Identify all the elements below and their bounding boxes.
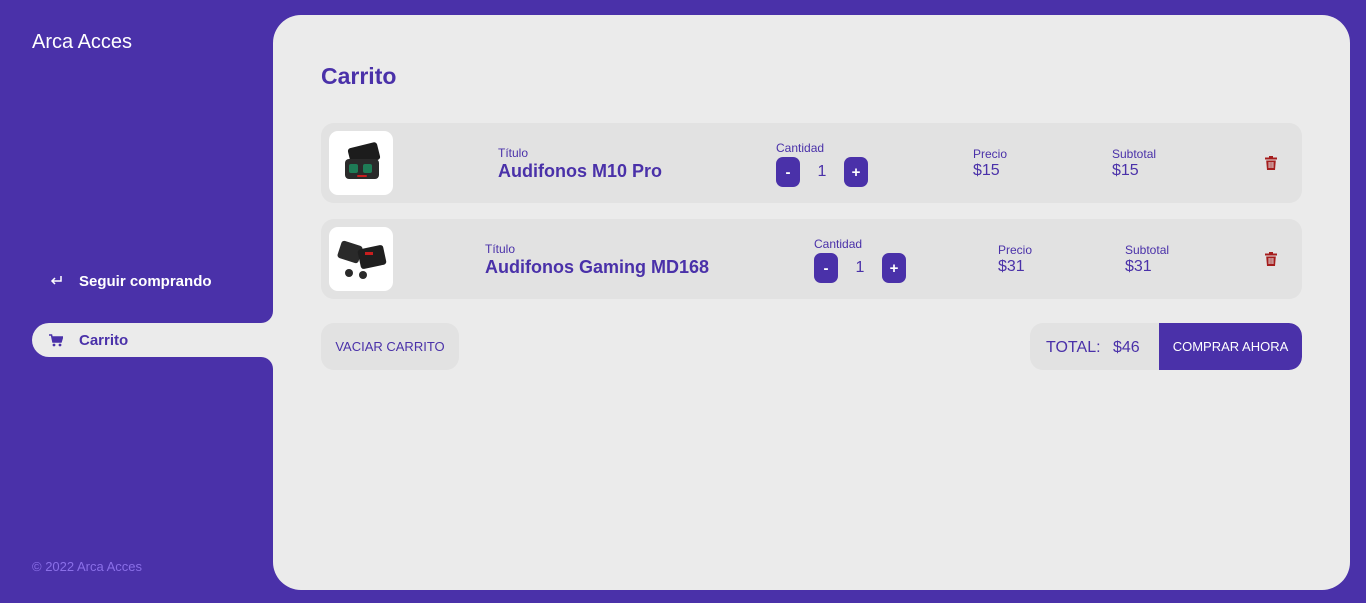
trash-icon[interactable] — [1265, 252, 1277, 266]
decrease-quantity-button[interactable]: - — [776, 157, 800, 187]
title-label: Título — [498, 146, 529, 160]
cart-item-row: Título Audifonos Gaming MD168 Cantidad -… — [321, 219, 1302, 299]
trash-icon[interactable] — [1265, 156, 1277, 170]
subtotal-value: $15 — [1112, 162, 1139, 179]
cart-icon — [48, 333, 64, 347]
subtotal-field: Subtotal $15 — [1112, 147, 1156, 180]
increase-quantity-button[interactable]: + — [882, 253, 906, 283]
price-value: $15 — [973, 162, 1000, 179]
page-title: Carrito — [321, 63, 397, 89]
sidebar-item-label: Seguir comprando — [79, 272, 212, 290]
cart-item-row: Título Audifonos M10 Pro Cantidad - 1 + … — [321, 123, 1302, 203]
product-name: Audifonos Gaming MD168 — [485, 257, 710, 277]
sidebar-item-carrito[interactable]: Carrito — [32, 323, 273, 357]
sidebar-item-seguir-comprando[interactable]: Seguir comprando — [32, 264, 273, 298]
sidebar-item-label: Carrito — [79, 331, 129, 349]
title-field: Título Audifonos M10 Pro — [498, 146, 662, 182]
quantity-label: Cantidad — [776, 141, 825, 155]
product-name: Audifonos M10 Pro — [498, 161, 663, 181]
price-field: Precio $15 — [973, 147, 1007, 180]
buy-now-button[interactable]: COMPRAR AHORA — [1159, 323, 1302, 370]
subtotal-field: Subtotal $31 — [1125, 243, 1169, 276]
quantity-stepper: Cantidad - 1 + — [776, 141, 868, 187]
quantity-value: 1 — [855, 259, 865, 276]
total-label: TOTAL: — [1046, 339, 1101, 356]
footer-copyright: © 2022 Arca Acces — [32, 559, 143, 574]
increase-quantity-button[interactable]: + — [844, 157, 868, 187]
quantity-label: Cantidad — [814, 237, 863, 251]
price-value: $31 — [998, 258, 1025, 275]
product-image — [329, 227, 393, 291]
price-field: Precio $31 — [998, 243, 1032, 276]
total-value: $46 — [1113, 339, 1140, 356]
total-summary: TOTAL: $46 COMPRAR AHORA — [1030, 323, 1302, 370]
decrease-quantity-button[interactable]: - — [814, 253, 838, 283]
main-panel: Carrito Título Audifonos M10 Pro Cantida… — [273, 15, 1350, 590]
price-label: Precio — [973, 147, 1008, 161]
quantity-stepper: Cantidad - 1 + — [814, 237, 906, 283]
return-arrow-icon — [48, 275, 64, 287]
price-label: Precio — [998, 243, 1033, 257]
empty-cart-button[interactable]: VACIAR CARRITO — [321, 323, 459, 370]
title-field: Título Audifonos Gaming MD168 — [485, 242, 709, 278]
product-image — [329, 131, 393, 195]
subtotal-label: Subtotal — [1125, 243, 1170, 257]
subtotal-label: Subtotal — [1112, 147, 1157, 161]
brand-logo-text: Arca Acces — [32, 31, 133, 53]
title-label: Título — [485, 242, 516, 256]
quantity-value: 1 — [817, 163, 827, 180]
subtotal-value: $31 — [1125, 258, 1152, 275]
